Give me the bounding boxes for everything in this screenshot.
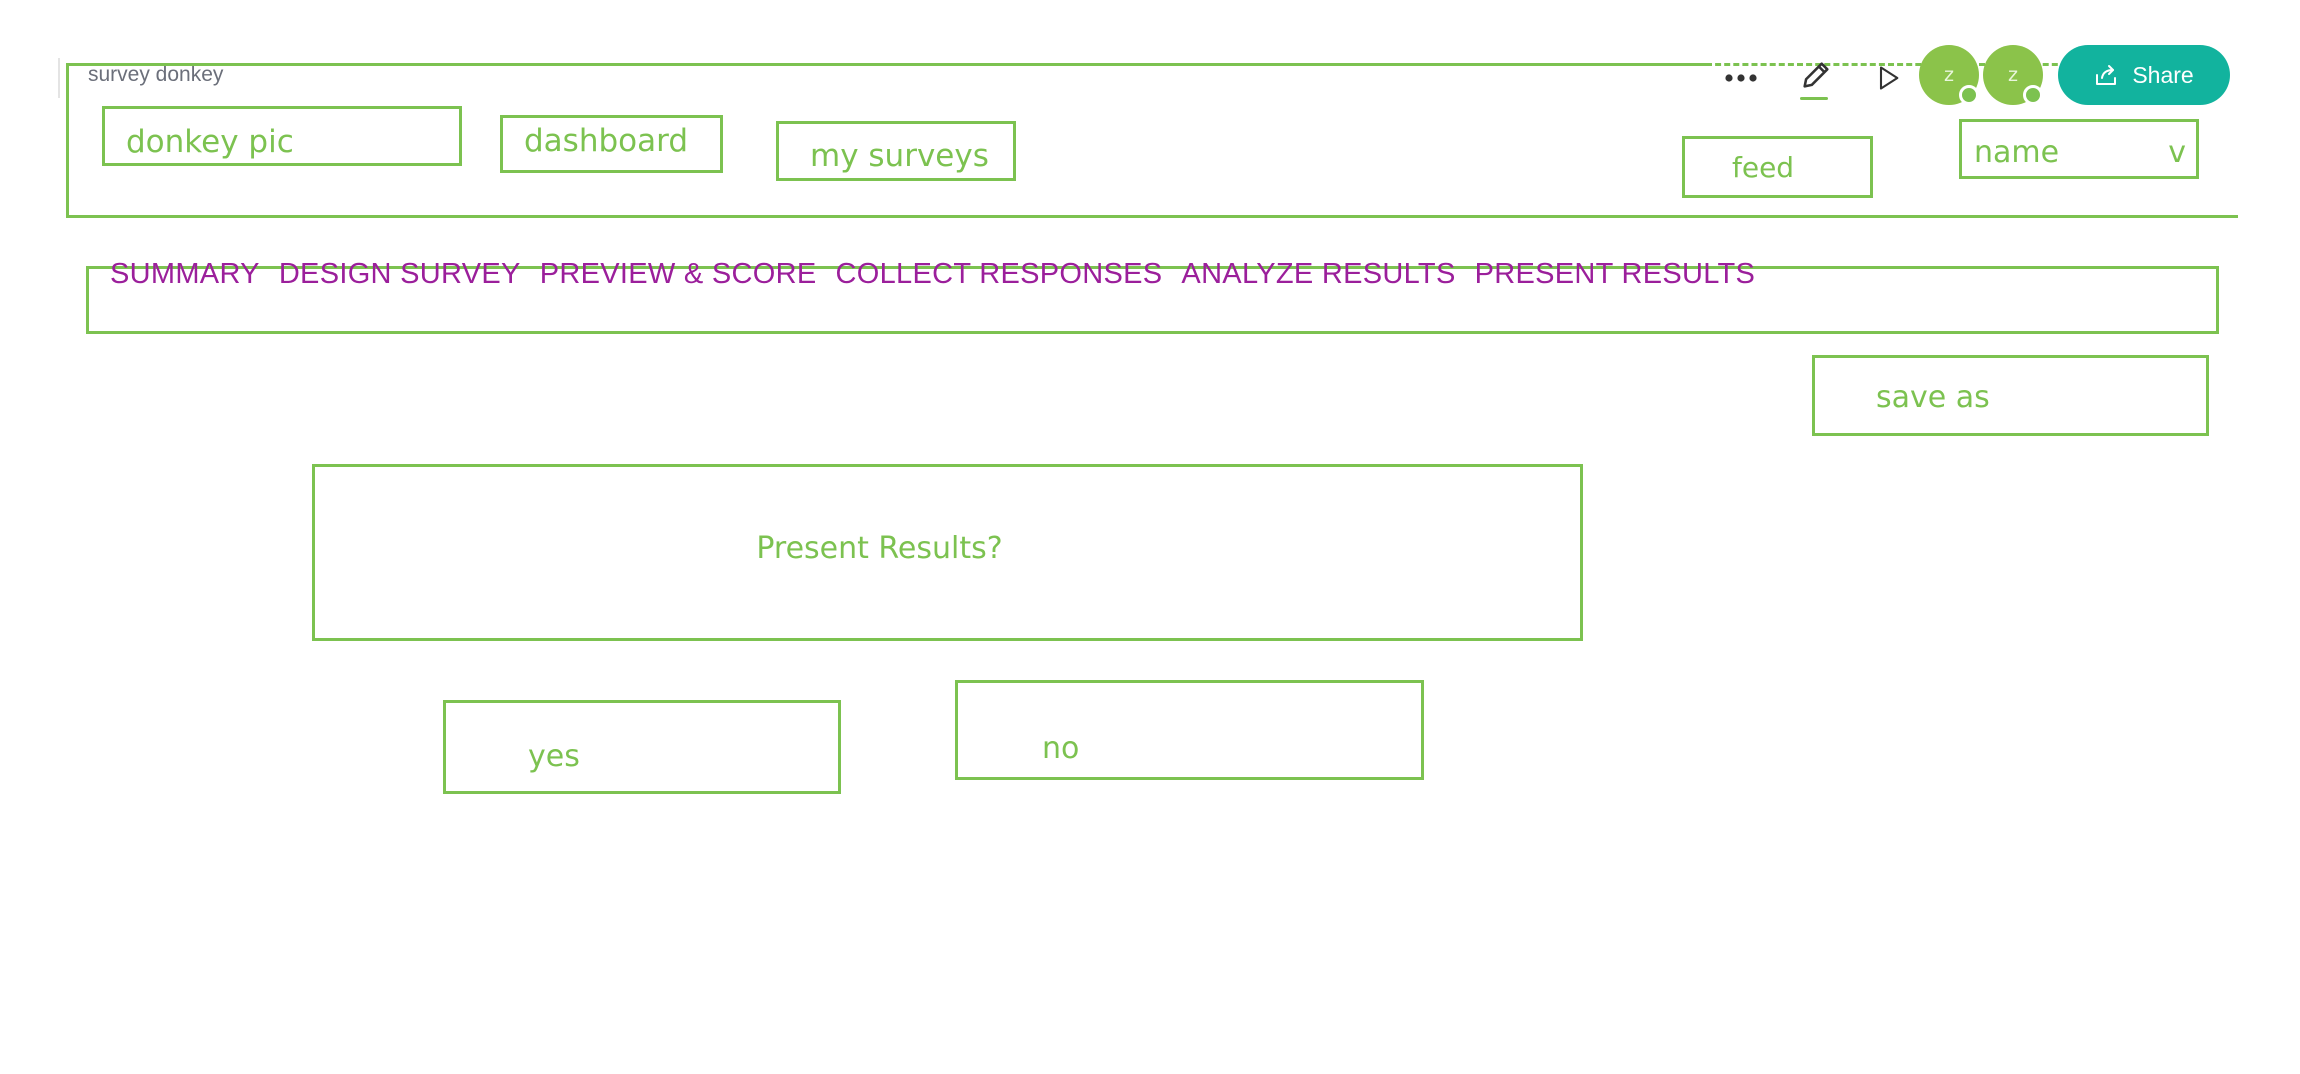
edit-mode-button[interactable] xyxy=(1796,56,1836,102)
tab-summary[interactable]: SUMMARY xyxy=(110,258,260,290)
collaborator-avatar-2[interactable]: z xyxy=(1983,45,2043,105)
no-button[interactable]: no xyxy=(955,680,1424,780)
avatar-initial: z xyxy=(2008,64,2018,86)
share-arrow-icon xyxy=(2096,65,2117,85)
tab-collect-responses[interactable]: COLLECT RESPONSES xyxy=(836,258,1163,290)
logo-placeholder-label: donkey pic xyxy=(126,124,294,160)
avatar-initial: z xyxy=(1944,64,1954,86)
feed-link[interactable]: feed xyxy=(1682,136,1873,198)
title-separator xyxy=(58,58,60,98)
collaborator-avatar-1[interactable]: z xyxy=(1919,45,1979,105)
save-as-button[interactable]: save as xyxy=(1812,355,2209,436)
feed-label: feed xyxy=(1732,151,1795,184)
header-frame-top xyxy=(66,63,1706,66)
dialog-question: Present Results? xyxy=(756,531,1003,566)
present-button[interactable] xyxy=(1868,58,1908,98)
online-status-dot xyxy=(2023,85,2043,105)
online-status-dot xyxy=(1959,85,1979,105)
share-label: Share xyxy=(2132,61,2194,88)
pencil-icon xyxy=(1803,62,1829,88)
yes-button[interactable]: yes xyxy=(443,700,841,794)
name-dropdown-label: name xyxy=(1974,135,2060,170)
edit-mode-indicator xyxy=(1800,97,1828,100)
more-button[interactable] xyxy=(1718,58,1764,98)
my-surveys-label: my surveys xyxy=(810,138,989,174)
play-icon xyxy=(1879,66,1899,90)
tab-preview-score[interactable]: PREVIEW & SCORE xyxy=(540,258,817,290)
yes-label: yes xyxy=(528,739,580,774)
name-dropdown[interactable]: name v xyxy=(1959,119,2199,179)
share-button[interactable]: Share xyxy=(2058,45,2230,105)
dropdown-caret-icon: v xyxy=(2168,135,2186,170)
tab-design-survey[interactable]: DESIGN SURVEY xyxy=(279,258,521,290)
save-as-label: save as xyxy=(1876,380,1990,415)
dashboard-link[interactable]: dashboard xyxy=(500,115,723,173)
tab-analyze-results[interactable]: ANALYZE RESULTS xyxy=(1181,258,1455,290)
more-icon xyxy=(1725,74,1757,82)
my-surveys-link[interactable]: my surveys xyxy=(776,121,1016,181)
present-results-dialog: Present Results? xyxy=(312,464,1583,641)
dashboard-label: dashboard xyxy=(524,123,688,159)
logo-placeholder[interactable]: donkey pic xyxy=(102,106,462,166)
tabs-list: SUMMARY DESIGN SURVEY PREVIEW & SCORE COLLE… xyxy=(110,258,1774,291)
tab-present-results[interactable]: PRESENT RESULTS xyxy=(1475,258,1756,290)
no-label: no xyxy=(1042,731,1080,766)
